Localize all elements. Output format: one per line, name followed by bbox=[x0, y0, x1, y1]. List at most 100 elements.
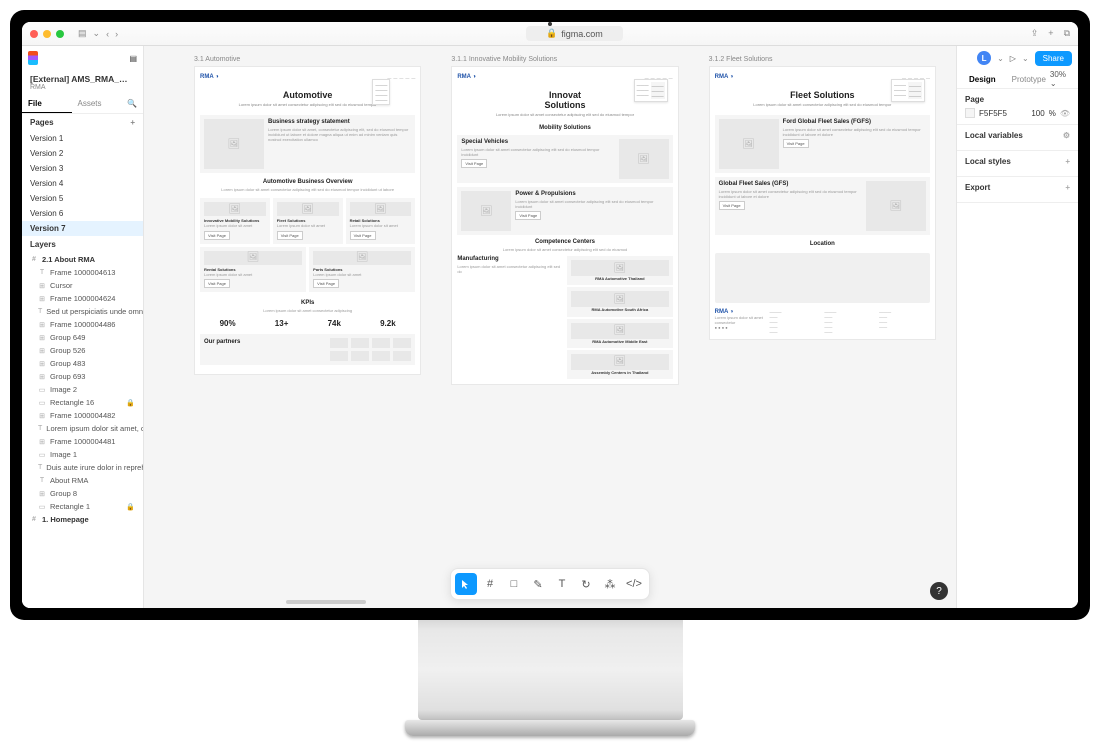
hex-value[interactable]: F5F5F5 bbox=[979, 109, 1007, 118]
back-icon[interactable]: ‹ bbox=[106, 29, 109, 39]
layer-item[interactable]: ⊞Frame 1000004481 bbox=[22, 435, 143, 448]
monitor-stand bbox=[418, 620, 683, 720]
new-tab-icon[interactable]: + bbox=[1048, 28, 1053, 39]
image-placeholder: 🖼 bbox=[619, 139, 669, 179]
help-button[interactable]: ? bbox=[930, 582, 948, 600]
frame-label[interactable]: 3.1 Automotive bbox=[194, 56, 421, 63]
add-icon[interactable]: + bbox=[1065, 183, 1070, 192]
assets-tab[interactable]: Assets bbox=[72, 95, 122, 113]
tabs-icon[interactable]: ⧉ bbox=[1064, 28, 1070, 39]
layer-item[interactable]: ▭Image 2 bbox=[22, 383, 143, 396]
figma-logo-icon[interactable] bbox=[28, 51, 38, 65]
actions-tool[interactable]: ⁂ bbox=[599, 573, 621, 595]
panel-toggle-icon[interactable]: ▤ bbox=[129, 54, 137, 63]
page-item[interactable]: Version 4 bbox=[22, 176, 143, 191]
address-bar[interactable]: 🔒 figma.com bbox=[526, 26, 623, 41]
body-text: Lorem ipsum dolor sit amet, consectetur … bbox=[268, 127, 411, 143]
layer-item[interactable]: TDuis aute irure dolor in reprehend bbox=[22, 461, 143, 474]
figma-app: ▤ [External] AMS_RMA_Wiref… RMA File Ass… bbox=[22, 46, 1078, 608]
frame-label[interactable]: 3.1.1 Innovative Mobility Solutions bbox=[451, 56, 678, 63]
artboard-automotive[interactable]: RMA ◑ ————— ———————————— Automotive Lore… bbox=[194, 66, 421, 375]
chevron-down-icon[interactable]: ⌄ bbox=[93, 28, 101, 39]
layer-item[interactable]: ⊞Frame 1000004486 bbox=[22, 318, 143, 331]
maximize-window-icon[interactable] bbox=[56, 30, 64, 38]
kpi-value: 74k bbox=[328, 319, 341, 328]
overview-card: 🖼Fleet SolutionsLorem ipsum dolor sit am… bbox=[273, 198, 343, 243]
eye-icon[interactable]: 👁 bbox=[1060, 109, 1070, 118]
layer-item[interactable]: ⊞Group 693 bbox=[22, 370, 143, 383]
page-item[interactable]: Version 3 bbox=[22, 161, 143, 176]
share-icon[interactable]: ⇪ bbox=[1031, 28, 1039, 39]
layer-item[interactable]: TLorem ipsum dolor sit amet, cons bbox=[22, 422, 143, 435]
layer-item[interactable]: ▭Image 1 bbox=[22, 448, 143, 461]
layer-item[interactable]: TSed ut perspiciatis unde omnis ist bbox=[22, 305, 143, 318]
partner-logo bbox=[351, 351, 369, 361]
chevron-down-icon[interactable]: ⌄ bbox=[997, 54, 1004, 63]
forward-icon[interactable]: › bbox=[115, 29, 118, 39]
page-item[interactable]: Version 2 bbox=[22, 146, 143, 161]
layer-item[interactable]: #2.1 About RMA bbox=[22, 253, 143, 266]
chevron-down-icon[interactable]: ⌄ bbox=[1022, 54, 1029, 63]
share-button[interactable]: Share bbox=[1035, 51, 1072, 66]
layer-item[interactable]: ⊞Group 483 bbox=[22, 357, 143, 370]
opacity-value[interactable]: 100 bbox=[1031, 109, 1044, 118]
sidebar-icon[interactable]: ▤ bbox=[78, 28, 87, 39]
page-item[interactable]: Version 7 bbox=[22, 221, 143, 236]
artboard-ims[interactable]: RMA ◑ ————— ————————— ————————— InnovatS… bbox=[451, 66, 678, 385]
design-tab[interactable]: Design bbox=[965, 71, 1000, 88]
layer-item[interactable]: TAbout RMA bbox=[22, 474, 143, 487]
page-item[interactable]: Version 5 bbox=[22, 191, 143, 206]
file-tab[interactable]: File bbox=[22, 95, 72, 113]
add-icon[interactable]: + bbox=[1065, 157, 1070, 166]
text-tool[interactable]: T bbox=[551, 573, 573, 595]
present-icon[interactable]: ▷ bbox=[1010, 54, 1016, 63]
move-tool[interactable] bbox=[455, 573, 477, 595]
horizontal-scrollbar[interactable] bbox=[266, 600, 834, 606]
shape-tool[interactable]: □ bbox=[503, 573, 525, 595]
search-icon[interactable]: 🔍 bbox=[121, 95, 143, 113]
partner-logo bbox=[351, 338, 369, 348]
artboard-fleet[interactable]: RMA ◑ ————— ————————— ————————— Fleet So… bbox=[709, 66, 936, 340]
layer-item[interactable]: TFrame 1000004613 bbox=[22, 266, 143, 279]
partner-logo bbox=[393, 351, 411, 361]
zoom-selector[interactable]: 30% ⌄ bbox=[1050, 70, 1070, 88]
minimize-window-icon[interactable] bbox=[43, 30, 51, 38]
comment-tool[interactable]: ↻ bbox=[575, 573, 597, 595]
frame-label[interactable]: 3.1.2 Fleet Solutions bbox=[709, 56, 936, 63]
file-title[interactable]: [External] AMS_RMA_Wiref… bbox=[22, 70, 143, 84]
user-avatar[interactable]: L bbox=[977, 51, 991, 65]
layer-item[interactable]: ⊞Frame 1000004482 bbox=[22, 409, 143, 422]
layer-item[interactable]: ⊞Group 649 bbox=[22, 331, 143, 344]
dev-mode-tool[interactable]: </> bbox=[623, 573, 645, 595]
prototype-tab[interactable]: Prototype bbox=[1008, 71, 1050, 88]
local-variables-row[interactable]: Local variables⚙ bbox=[965, 131, 1070, 140]
close-window-icon[interactable] bbox=[30, 30, 38, 38]
local-styles-row[interactable]: Local styles+ bbox=[965, 157, 1070, 166]
layer-item[interactable]: ⊞Group 8 bbox=[22, 487, 143, 500]
export-row[interactable]: Export+ bbox=[965, 183, 1070, 192]
overview-card: 🖼Retail SolutionsLorem ipsum dolor sit a… bbox=[346, 198, 416, 243]
frame-tool[interactable]: # bbox=[479, 573, 501, 595]
settings-icon[interactable]: ⚙ bbox=[1063, 131, 1070, 140]
card-heading: Special Vehicles bbox=[461, 139, 614, 145]
file-team: RMA bbox=[22, 84, 143, 95]
body-text: Lorem ipsum dolor sit amet consectetur a… bbox=[515, 199, 668, 209]
color-swatch[interactable] bbox=[965, 108, 975, 118]
layer-item[interactable]: ▭Rectangle 1🔒 bbox=[22, 500, 143, 513]
page-item[interactable]: Version 1 bbox=[22, 131, 143, 146]
body-text: Lorem ipsum dolor sit amet consectetur a… bbox=[457, 264, 563, 274]
nav-dropdown: ————————— ————————— bbox=[891, 79, 925, 102]
layer-item[interactable]: ⊞Frame 1000004624 bbox=[22, 292, 143, 305]
footer-col: ——————————— bbox=[824, 309, 875, 334]
add-page-icon[interactable]: + bbox=[130, 118, 135, 127]
pen-tool[interactable]: ✎ bbox=[527, 573, 549, 595]
layer-item[interactable]: #1. Homepage bbox=[22, 513, 143, 526]
layer-item[interactable]: ▭Rectangle 16🔒 bbox=[22, 396, 143, 409]
canvas[interactable]: 3.1 Automotive RMA ◑ ————— ———————————— … bbox=[144, 46, 956, 608]
page-item[interactable]: Version 6 bbox=[22, 206, 143, 221]
pages-header[interactable]: Pages + bbox=[22, 114, 143, 131]
layer-item[interactable]: ⊞Group 526 bbox=[22, 344, 143, 357]
partner-logo bbox=[330, 338, 348, 348]
background-color-row[interactable]: F5F5F5 100 % 👁 bbox=[965, 108, 1070, 118]
layer-item[interactable]: ⊞Cursor bbox=[22, 279, 143, 292]
